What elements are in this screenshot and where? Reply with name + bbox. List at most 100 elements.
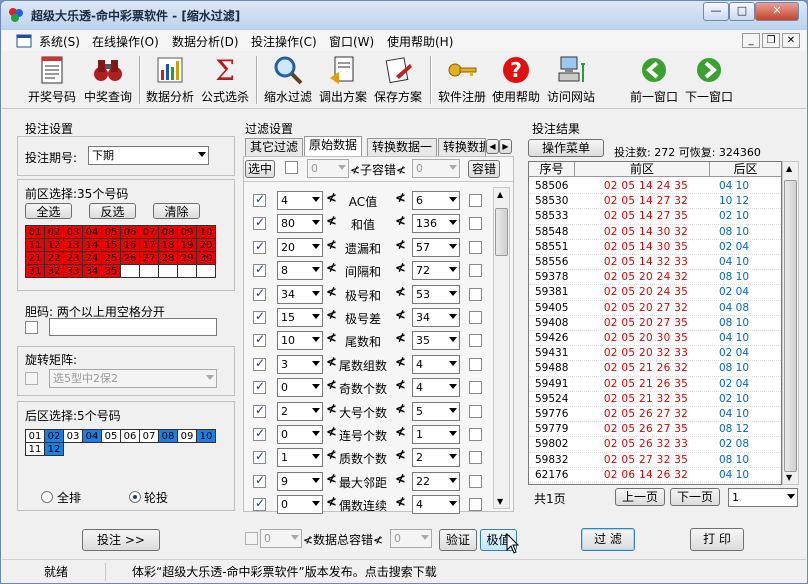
filter-row-tolerance-checkbox[interactable] bbox=[469, 240, 482, 254]
menu-window[interactable]: 窗口(W) bbox=[329, 33, 374, 50]
back-number-cell[interactable]: 04 bbox=[82, 429, 102, 443]
front-number-cell[interactable]: 06 bbox=[120, 225, 140, 239]
toolbar-data-analysis[interactable]: 数据分析 bbox=[146, 54, 194, 105]
filter-row-tolerance-checkbox[interactable] bbox=[469, 451, 482, 465]
filter-row-tolerance-checkbox[interactable] bbox=[469, 498, 482, 512]
result-scroll-thumb[interactable] bbox=[784, 180, 797, 472]
bet-button[interactable]: 投注 >> bbox=[82, 529, 160, 551]
print-button[interactable]: 打 印 bbox=[690, 528, 744, 551]
back-number-cell[interactable]: 03 bbox=[63, 429, 83, 443]
filter-min-select[interactable]: 3 bbox=[277, 354, 323, 374]
filter-row-checkbox[interactable] bbox=[253, 379, 266, 395]
scroll-down-icon[interactable]: ▼ bbox=[786, 473, 792, 482]
result-row[interactable]: 62176 02 06 14 26 32 04 10 bbox=[529, 468, 781, 483]
filter-scroll-thumb[interactable] bbox=[495, 208, 508, 256]
front-number-cell[interactable]: 29 bbox=[177, 251, 197, 265]
tab-converted-data-1[interactable]: 转换数据一 bbox=[367, 138, 438, 156]
back-number-cell[interactable]: 08 bbox=[158, 429, 178, 443]
front-number-cell[interactable]: 01 bbox=[25, 225, 45, 239]
toolbar-formula-kill[interactable]: Σ 公式选杀 bbox=[201, 54, 249, 105]
front-number-cell[interactable]: 21 bbox=[25, 251, 45, 265]
result-row[interactable]: 58551 02 05 14 30 35 02 04 bbox=[529, 240, 781, 255]
back-number-cell[interactable]: 11 bbox=[25, 442, 45, 456]
toolbar-draw-numbers[interactable]: 开奖号码 bbox=[28, 54, 76, 105]
prev-page-button[interactable]: 上一页 bbox=[615, 488, 665, 506]
front-number-cell[interactable]: 15 bbox=[101, 238, 121, 252]
menu-betting[interactable]: 投注操作(C) bbox=[251, 33, 317, 50]
front-number-cell[interactable]: 22 bbox=[44, 251, 64, 265]
filter-row-tolerance-checkbox[interactable] bbox=[469, 357, 482, 371]
result-row[interactable]: 59779 02 05 26 27 35 08 12 bbox=[529, 422, 781, 438]
front-number-cell[interactable]: 25 bbox=[101, 251, 121, 265]
filter-row-checkbox[interactable] bbox=[253, 239, 266, 254]
filter-row-tolerance-checkbox[interactable] bbox=[469, 287, 482, 301]
filter-max-select[interactable]: 34 bbox=[412, 308, 460, 327]
tab-raw-data[interactable]: 原始数据 bbox=[304, 136, 363, 156]
verify-button[interactable]: 验证 bbox=[439, 529, 477, 551]
front-number-cell[interactable]: 03 bbox=[63, 225, 83, 239]
tolerance-from-select[interactable]: 0 bbox=[307, 159, 349, 178]
filter-min-select[interactable]: 34 bbox=[277, 284, 323, 304]
total-from-select[interactable]: 0 bbox=[260, 529, 302, 548]
front-number-cell[interactable]: 24 bbox=[82, 251, 102, 265]
filter-row-checkbox[interactable] bbox=[253, 286, 266, 301]
filter-row-checkbox[interactable] bbox=[253, 262, 266, 278]
back-number-cell[interactable]: 06 bbox=[120, 429, 140, 443]
front-number-cell[interactable]: 18 bbox=[158, 238, 178, 252]
front-number-cell[interactable]: 30 bbox=[196, 251, 216, 265]
front-number-cell[interactable]: 23 bbox=[63, 251, 83, 265]
filter-min-select[interactable]: 80 bbox=[277, 214, 323, 234]
select-all-button[interactable]: 全选 bbox=[25, 203, 72, 219]
next-page-button[interactable]: 下一页 bbox=[670, 488, 720, 506]
result-row[interactable]: 59802 02 05 26 32 33 02 08 bbox=[529, 437, 781, 453]
result-row[interactable]: 59832 02 05 27 32 35 08 10 bbox=[529, 453, 781, 468]
filter-min-select[interactable]: 10 bbox=[277, 331, 323, 351]
toolbar-load-plan[interactable]: 调出方案 bbox=[319, 54, 367, 105]
matrix-checkbox[interactable] bbox=[25, 372, 38, 385]
filter-max-select[interactable]: 2 bbox=[412, 448, 460, 468]
filter-row-tolerance-checkbox[interactable] bbox=[469, 311, 482, 324]
front-number-cell[interactable]: 13 bbox=[63, 238, 83, 252]
scroll-up-icon[interactable]: ▲ bbox=[786, 164, 792, 173]
filter-min-select[interactable]: 9 bbox=[277, 471, 323, 491]
filter-min-select[interactable]: 0 bbox=[277, 378, 323, 398]
filter-row-checkbox[interactable] bbox=[253, 192, 266, 207]
result-row[interactable]: 59491 02 05 21 26 35 02 04 bbox=[529, 377, 781, 392]
toolbar-help[interactable]: ? 使用帮助 bbox=[492, 54, 540, 105]
back-number-cell[interactable]: 01 bbox=[25, 429, 45, 443]
filter-row-checkbox[interactable] bbox=[253, 215, 266, 231]
tab-converted-data-2[interactable]: 转换数据 bbox=[438, 138, 486, 156]
toolbar-prev-window[interactable]: 前一窗口 bbox=[630, 54, 678, 105]
front-number-cell[interactable]: 05 bbox=[101, 225, 121, 239]
filter-min-select[interactable]: 1 bbox=[277, 448, 323, 468]
total-to-select[interactable]: 0 bbox=[390, 529, 432, 548]
front-number-cell[interactable]: 28 bbox=[158, 251, 178, 265]
filter-max-select[interactable]: 35 bbox=[412, 331, 460, 351]
filter-row-checkbox[interactable] bbox=[253, 356, 266, 371]
result-row[interactable]: 59488 02 05 21 26 32 08 10 bbox=[529, 361, 781, 377]
operation-menu-button[interactable]: 操作菜单 bbox=[528, 139, 604, 157]
select-button[interactable]: 选中 bbox=[245, 160, 275, 178]
filter-max-select[interactable]: 57 bbox=[412, 237, 460, 257]
minimize-button[interactable]: — bbox=[703, 2, 729, 21]
status-message[interactable]: 体彩“超级大乐透-命中彩票软件”版本发布。点击搜索下载 bbox=[110, 563, 800, 581]
filter-row-checkbox[interactable] bbox=[253, 473, 266, 488]
front-number-cell[interactable]: 04 bbox=[82, 225, 102, 239]
menu-online[interactable]: 在线操作(O) bbox=[92, 33, 159, 50]
result-row[interactable]: 59426 02 05 20 30 35 04 10 bbox=[529, 331, 781, 347]
mdi-restore-button[interactable]: ❐ bbox=[762, 33, 780, 48]
menu-system[interactable]: 系统(S) bbox=[39, 33, 80, 50]
filter-min-select[interactable]: 0 bbox=[277, 425, 323, 444]
result-row[interactable]: 6217902 06 14 26 35 02 04 bbox=[529, 483, 781, 484]
toolbar-save-plan[interactable]: 保存方案 bbox=[374, 54, 422, 105]
filter-max-select[interactable]: 4 bbox=[412, 495, 460, 515]
filter-max-select[interactable]: 4 bbox=[412, 378, 460, 398]
maximize-button[interactable]: □ bbox=[729, 2, 755, 21]
filter-max-select[interactable]: 6 bbox=[412, 191, 460, 210]
tab-scroll-left-button[interactable]: ◀ bbox=[486, 139, 499, 154]
back-number-cell[interactable]: 07 bbox=[139, 429, 159, 443]
filter-min-select[interactable]: 8 bbox=[277, 261, 323, 281]
result-row[interactable]: 58556 02 05 14 32 33 04 10 bbox=[529, 255, 781, 271]
total-tolerance-checkbox[interactable] bbox=[245, 532, 258, 545]
period-select[interactable]: 下期 bbox=[88, 146, 209, 165]
